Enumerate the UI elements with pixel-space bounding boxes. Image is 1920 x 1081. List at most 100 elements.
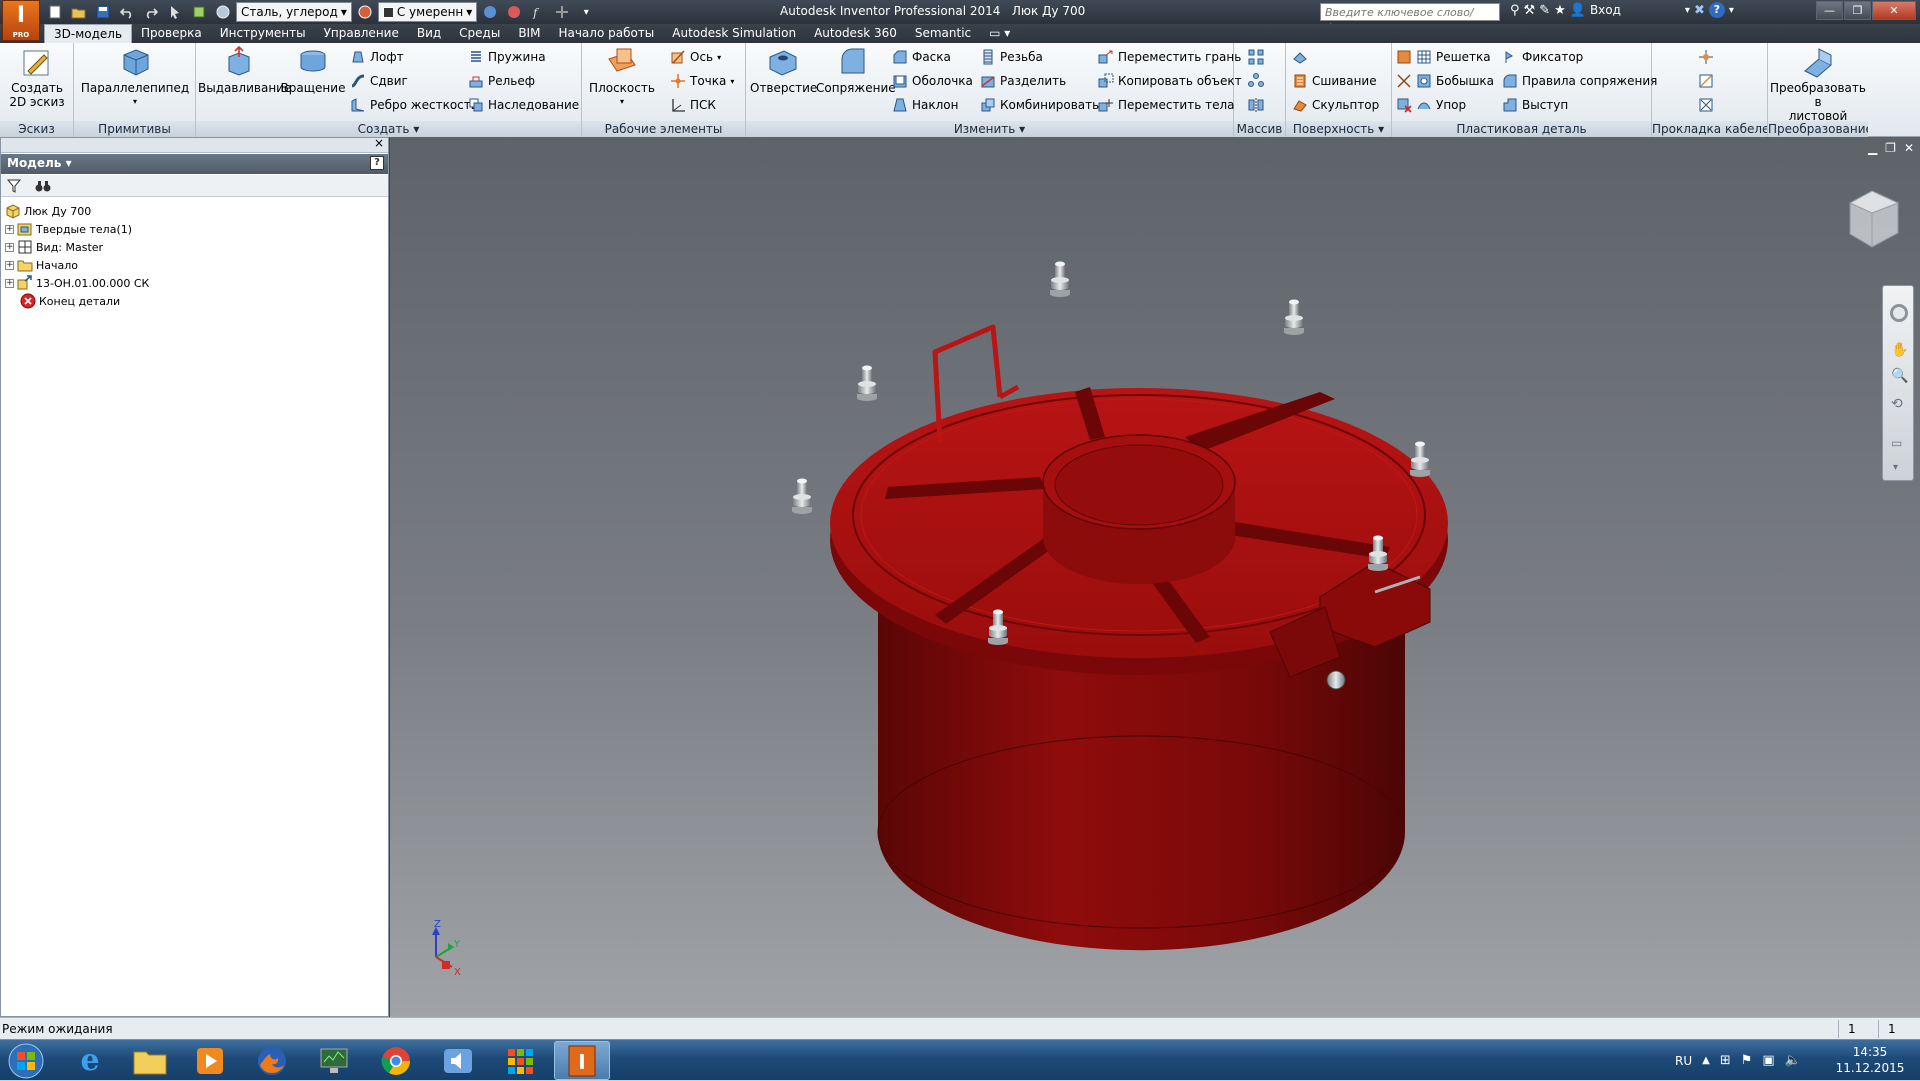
subscription-icon[interactable]: ⚒: [1524, 3, 1536, 18]
qat-customize-icon[interactable]: ▾: [575, 2, 597, 22]
tab-semantic[interactable]: Semantic: [906, 24, 980, 43]
action-center-flag-icon[interactable]: ⚑: [1741, 1053, 1753, 1068]
taskbar-firefox[interactable]: [244, 1041, 300, 1080]
panel-label-modify[interactable]: Изменить ▾: [746, 121, 1233, 137]
draft-button[interactable]: Наклон: [892, 96, 973, 114]
taskbar-speaker-app[interactable]: [430, 1041, 486, 1080]
tab-view[interactable]: Вид: [408, 24, 450, 43]
material-globe-icon[interactable]: [212, 2, 234, 22]
tab-environments[interactable]: Среды: [450, 24, 509, 43]
shell-button[interactable]: Оболочка: [892, 72, 973, 90]
tab-tools[interactable]: Инструменты: [211, 24, 315, 43]
move-bodies-button[interactable]: Переместить тела: [1098, 96, 1242, 114]
copy-object-button[interactable]: Копировать объект: [1098, 72, 1242, 90]
split-button[interactable]: Разделить: [980, 72, 1099, 90]
exchange-icon[interactable]: ✖: [1694, 3, 1705, 18]
tab-inspect[interactable]: Проверка: [132, 24, 211, 43]
language-indicator[interactable]: RU: [1675, 1054, 1692, 1068]
ucs-button[interactable]: ПСК: [670, 96, 734, 114]
move-face-button[interactable]: Переместить грань: [1098, 48, 1242, 66]
chevron-down-icon[interactable]: ▾: [1685, 5, 1690, 16]
fillet-button[interactable]: Сопряжение: [816, 45, 896, 95]
pin-button[interactable]: [1698, 48, 1714, 66]
loft-button[interactable]: Лофт: [350, 48, 479, 66]
coil-button[interactable]: Пружина: [468, 48, 579, 66]
face-extend-button[interactable]: [1396, 48, 1412, 66]
tree-node-solid-bodies[interactable]: + Твердые тела(1): [5, 220, 149, 238]
taskbar-inventor[interactable]: I: [554, 1041, 610, 1080]
expand-icon[interactable]: +: [5, 242, 14, 252]
sculpt-button[interactable]: Скульптор: [1292, 96, 1379, 114]
open-icon[interactable]: [68, 2, 90, 22]
tree-node-view[interactable]: + Вид: Master: [5, 238, 149, 256]
help-icon[interactable]: ?: [1708, 2, 1725, 18]
network-icon[interactable]: ▣: [1762, 1053, 1774, 1068]
taskbar-monitor[interactable]: [306, 1041, 362, 1080]
user-icon[interactable]: 👤: [1570, 3, 1586, 18]
application-menu-button[interactable]: PRO I: [2, 0, 40, 41]
windows-flag-icon[interactable]: ⊞: [1720, 1053, 1731, 1068]
boss-button[interactable]: Бобышка: [1416, 72, 1494, 90]
graphics-window[interactable]: ▁ ❐ ✕ ✋ 🔍 ⟲ ▭ ▾ Z Y X: [389, 137, 1920, 1017]
update-icon[interactable]: [188, 2, 210, 22]
revolve-button[interactable]: Вращение: [278, 45, 348, 95]
pin-group-button[interactable]: [1698, 72, 1714, 90]
tab-bim[interactable]: BIM: [509, 24, 549, 43]
tab-3d-model[interactable]: 3D-модель: [44, 24, 133, 43]
browser-help-icon[interactable]: ?: [370, 156, 384, 170]
stitch-button[interactable]: Сшивание: [1292, 72, 1379, 90]
tab-manage[interactable]: Управление: [315, 24, 408, 43]
restore-button[interactable]: ❐: [1844, 1, 1871, 20]
plane-button[interactable]: Плоскость ▾: [586, 45, 658, 109]
extrude-button[interactable]: Выдавливание: [198, 45, 291, 95]
appearance-sphere-icon[interactable]: [354, 2, 376, 22]
delete-face-button[interactable]: [1396, 96, 1412, 114]
close-button[interactable]: ✕: [1872, 1, 1916, 20]
chevron-down-icon[interactable]: ▾: [1729, 5, 1734, 16]
communication-icon[interactable]: ✎: [1539, 3, 1550, 18]
tree-node-origin[interactable]: + Начало: [5, 256, 149, 274]
connector-button[interactable]: [1698, 96, 1714, 114]
lip-button[interactable]: Выступ: [1502, 96, 1657, 114]
chamfer-button[interactable]: Фаска: [892, 48, 973, 66]
tree-node-end-of-part[interactable]: Конец детали: [5, 292, 149, 310]
circular-pattern-button[interactable]: [1248, 72, 1264, 90]
appearance-dropdown[interactable]: С умеренн ▾: [377, 2, 478, 22]
box-primitive-button[interactable]: Параллелепипед ▾: [80, 45, 190, 109]
snap-fit-button[interactable]: Фиксатор: [1502, 48, 1657, 66]
tab-get-started[interactable]: Начало работы: [549, 24, 663, 43]
thread-button[interactable]: Резьба: [980, 48, 1099, 66]
clear-appearance-icon[interactable]: [479, 2, 501, 22]
emboss-button[interactable]: Рельеф: [468, 72, 579, 90]
thicken-button[interactable]: [1292, 48, 1379, 66]
panel-label-create[interactable]: Создать ▾: [196, 121, 581, 137]
taskbar-chrome[interactable]: [368, 1041, 424, 1080]
hole-button[interactable]: Отверстие: [750, 45, 817, 95]
tab-autodesk-simulation[interactable]: Autodesk Simulation: [663, 24, 805, 43]
expand-icon[interactable]: +: [5, 224, 14, 234]
expand-icon[interactable]: +: [5, 260, 14, 270]
adjust-appearance-icon[interactable]: [503, 2, 525, 22]
parameters-icon[interactable]: f: [527, 2, 549, 22]
filter-icon[interactable]: [7, 179, 21, 193]
browser-close-icon[interactable]: ×: [374, 136, 384, 150]
volume-icon[interactable]: 🔈: [1785, 1053, 1801, 1068]
expand-icon[interactable]: +: [5, 278, 14, 288]
combine-button[interactable]: Комбинировать: [980, 96, 1099, 114]
save-icon[interactable]: [92, 2, 114, 22]
tree-node-derived-part[interactable]: + 13-ОН.01.00.000 СК: [5, 274, 149, 292]
rectangular-pattern-button[interactable]: [1248, 48, 1264, 66]
panel-label-surface[interactable]: Поверхность ▾: [1286, 121, 1391, 137]
sign-in-link[interactable]: Вход: [1590, 3, 1621, 17]
taskbar-apps[interactable]: [492, 1041, 548, 1080]
minimize-button[interactable]: —: [1816, 1, 1843, 20]
binoculars-icon[interactable]: [35, 179, 51, 193]
taskbar-explorer[interactable]: [122, 1041, 178, 1080]
rule-fillet-button[interactable]: Правила сопряжения: [1502, 72, 1657, 90]
start-button[interactable]: [4, 1041, 52, 1080]
favorites-icon[interactable]: ★: [1554, 3, 1566, 18]
measure-icon[interactable]: [551, 2, 573, 22]
point-button[interactable]: Точка ▾: [670, 72, 734, 90]
material-dropdown[interactable]: Сталь, углерод ▾: [236, 2, 352, 22]
trim-button[interactable]: [1396, 72, 1412, 90]
